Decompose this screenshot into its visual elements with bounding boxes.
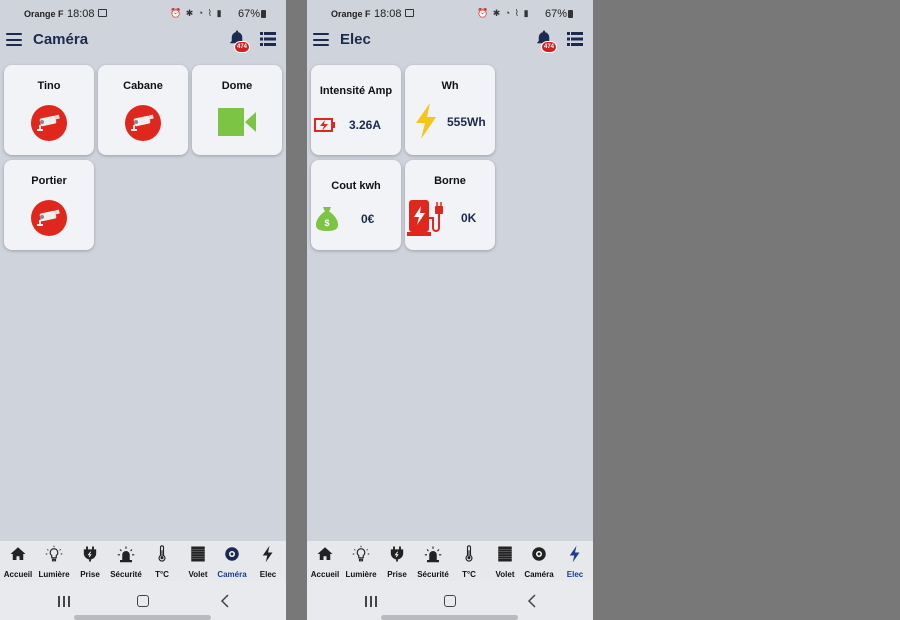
lightning-icon [416, 103, 436, 139]
notification-badge: 474 [541, 41, 558, 53]
battery-icon [568, 10, 573, 18]
tile-title: Borne [434, 175, 466, 187]
nav-item-elec[interactable]: Elec [557, 541, 593, 581]
tile-wh[interactable]: Wh 555Wh [405, 65, 495, 155]
money-bag-icon: $ [316, 207, 338, 231]
status-bar: Orange F 18:08 ⏰ ✱ ◔ ⌇ ▮ 67% [0, 0, 286, 28]
home-button[interactable] [137, 595, 149, 607]
list-view-icon[interactable] [260, 32, 276, 46]
tile-title: Dome [221, 80, 253, 92]
menu-icon[interactable] [313, 33, 329, 46]
lightbulb-icon [352, 545, 370, 562]
home-button[interactable] [444, 595, 456, 607]
svg-text:$: $ [324, 218, 329, 228]
clock: 18:08 [67, 8, 95, 20]
phone-screen-elec: Orange F 18:08 ⏰ ✱ ◔ ⌇ ▮ 67% Elec 474 In… [307, 0, 593, 620]
tile-title: Portier [31, 175, 67, 187]
recent-apps-button[interactable] [58, 596, 70, 607]
thermometer-icon [465, 545, 473, 562]
tile-title: Intensité Amp [319, 85, 393, 97]
clock: 18:08 [374, 8, 402, 20]
battery-icon [261, 10, 266, 18]
nav-item-elec[interactable]: Elec [250, 541, 286, 581]
battery-level: 67% [545, 8, 568, 20]
system-status-icons: ⏰ ✱ ◔ ⌇ ▮ [477, 8, 530, 18]
tile-intensite-amp[interactable]: Intensité Amp 3.26A [311, 65, 401, 155]
image-notification-icon [405, 9, 414, 17]
app-bar: Elec 474 [307, 28, 593, 54]
back-button[interactable] [526, 594, 538, 608]
tile-value: 3.26A [349, 118, 382, 132]
video-camera-icon [218, 108, 256, 136]
security-camera-icon [125, 105, 161, 141]
webcam-icon [225, 547, 239, 561]
notifications-button[interactable]: 474 [535, 29, 558, 53]
battery-charging-icon [314, 118, 335, 132]
system-status-icons: ⏰ ✱ ◔ ⌇ ▮ [170, 8, 223, 18]
carrier-label: Orange F [24, 9, 64, 19]
gesture-bar [381, 615, 518, 620]
tile-cabane[interactable]: Cabane [98, 65, 188, 155]
app-bar: Caméra 474 [0, 28, 286, 54]
ev-charger-icon [407, 200, 443, 236]
thermometer-icon [158, 545, 166, 562]
nav-label: Elec [566, 570, 584, 579]
shutter-icon [191, 546, 205, 562]
tile-title: Tino [37, 80, 61, 92]
gesture-bar [74, 615, 211, 620]
tile-title: Wh [441, 80, 459, 92]
system-navigation-bar [307, 581, 593, 620]
battery-level: 67% [238, 8, 261, 20]
tile-title: Cabane [123, 80, 163, 92]
nav-label: Elec [259, 570, 277, 579]
status-bar: Orange F 18:08 ⏰ ✱ ◔ ⌇ ▮ 67% [307, 0, 593, 28]
plug-icon [83, 546, 97, 562]
tile-borne[interactable]: Borne 0K [405, 160, 495, 250]
bottom-navigation: Accueil Lumière Prise Sécurité T°C Volet… [307, 541, 593, 581]
alarm-siren-icon [424, 546, 442, 563]
notification-badge: 474 [234, 41, 251, 53]
alarm-siren-icon [117, 546, 135, 563]
tile-cout-kwh[interactable]: Cout kwh $ 0€ [311, 160, 401, 250]
bottom-navigation: Accueil Lumière Prise Sécurité T°C Volet… [0, 541, 286, 581]
home-icon [10, 547, 26, 560]
back-button[interactable] [219, 594, 231, 608]
lightning-icon [569, 545, 580, 563]
system-navigation-bar [0, 581, 286, 620]
tile-value: 0K [461, 211, 477, 225]
carrier-label: Orange F [331, 9, 371, 19]
tile-tino[interactable]: Tino [4, 65, 94, 155]
image-notification-icon [98, 9, 107, 17]
page-title: Caméra [33, 31, 89, 48]
list-view-icon[interactable] [567, 32, 583, 46]
tile-value: 0€ [361, 212, 375, 226]
page-title: Elec [340, 31, 371, 48]
phone-screen-camera: Orange F 18:08 ⏰ ✱ ◔ ⌇ ▮ 67% Caméra 474 … [0, 0, 286, 620]
webcam-icon [532, 547, 546, 561]
lightning-icon [262, 545, 273, 563]
shutter-icon [498, 546, 512, 562]
recent-apps-button[interactable] [365, 596, 377, 607]
security-camera-icon [31, 105, 67, 141]
tile-portier[interactable]: Portier [4, 160, 94, 250]
lightbulb-icon [45, 545, 63, 562]
notifications-button[interactable]: 474 [228, 29, 251, 53]
home-icon [317, 547, 333, 560]
security-camera-icon [31, 200, 67, 236]
tile-value: 555Wh [447, 115, 486, 129]
tile-dome[interactable]: Dome [192, 65, 282, 155]
menu-icon[interactable] [6, 33, 22, 46]
plug-icon [390, 546, 404, 562]
tile-title: Cout kwh [331, 180, 381, 192]
